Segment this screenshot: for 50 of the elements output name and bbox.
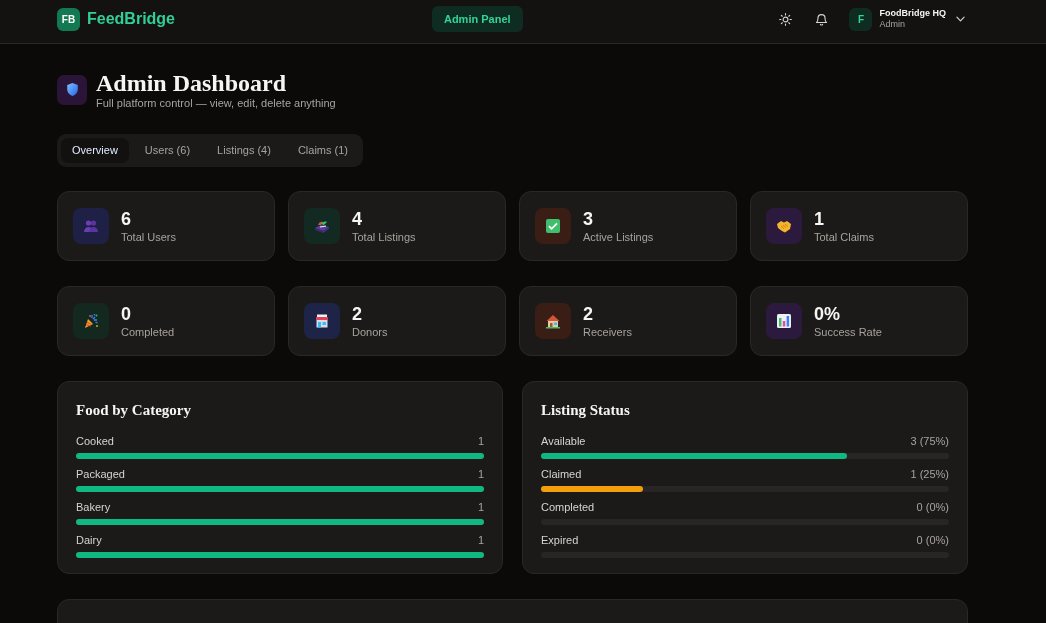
stat-label: Total Claims bbox=[814, 229, 874, 244]
stat-label: Receivers bbox=[583, 324, 632, 339]
admin-panel-button[interactable]: Admin Panel bbox=[431, 6, 523, 32]
avatar[interactable]: F bbox=[849, 7, 873, 31]
stat-value: 0% bbox=[814, 303, 841, 325]
stat-label: Completed bbox=[121, 324, 175, 339]
page-subtitle: Full platform control — view, edit, delete anything bbox=[96, 97, 336, 110]
stat-label: Active Listings bbox=[583, 229, 654, 244]
bar-label: Available bbox=[541, 434, 586, 448]
bar-label: Cooked bbox=[76, 434, 114, 448]
brand-name[interactable]: FeedBridge bbox=[87, 10, 175, 28]
tab[interactable]: Overview bbox=[61, 138, 129, 163]
stat-value: 2 bbox=[352, 303, 363, 325]
stat-label: Donors bbox=[352, 324, 388, 339]
sun-icon[interactable] bbox=[779, 12, 793, 26]
stat-value: 6 bbox=[121, 208, 132, 230]
bar-value: 0 (0%) bbox=[916, 500, 949, 514]
user-role: Admin bbox=[879, 19, 906, 30]
panel-title: Listing Status bbox=[541, 401, 631, 420]
bar-label: Completed bbox=[541, 500, 595, 514]
user-name: FoodBridge HQ bbox=[879, 8, 946, 19]
bar-value: 1 bbox=[477, 467, 484, 481]
bar-value: 1 (25%) bbox=[910, 467, 949, 481]
tab[interactable]: Claims (1) bbox=[286, 138, 359, 163]
page-title: Admin Dashboard bbox=[96, 69, 288, 97]
bar-value: 1 bbox=[477, 434, 484, 448]
stat-value: 2 bbox=[583, 303, 594, 325]
bar-value: 3 (75%) bbox=[910, 434, 949, 448]
stat-value: 1 bbox=[814, 208, 825, 230]
bar-value: 1 bbox=[477, 500, 484, 514]
stat-label: Success Rate bbox=[814, 324, 882, 339]
bar-label: Claimed bbox=[541, 467, 582, 481]
tab[interactable]: Listings (4) bbox=[206, 138, 282, 163]
stat-value: 3 bbox=[583, 208, 594, 230]
bar-label: Expired bbox=[541, 533, 579, 547]
chevron-down-icon[interactable] bbox=[956, 16, 965, 22]
logo-mark[interactable]: FB bbox=[57, 7, 80, 31]
bell-icon[interactable] bbox=[815, 12, 829, 26]
stat-value: 0 bbox=[121, 303, 132, 325]
tab[interactable]: Users (6) bbox=[133, 138, 202, 163]
stat-label: Total Listings bbox=[352, 229, 416, 244]
stat-label: Total Users bbox=[121, 229, 177, 244]
bar-value: 0 (0%) bbox=[916, 533, 949, 547]
bar-label: Packaged bbox=[76, 467, 125, 481]
bar-value: 1 bbox=[477, 533, 484, 547]
stat-value: 4 bbox=[352, 208, 363, 230]
bar-label: Bakery bbox=[76, 500, 111, 514]
shield-icon bbox=[57, 74, 87, 105]
panel-title: Food by Category bbox=[76, 401, 192, 420]
bar-label: Dairy bbox=[76, 533, 102, 547]
